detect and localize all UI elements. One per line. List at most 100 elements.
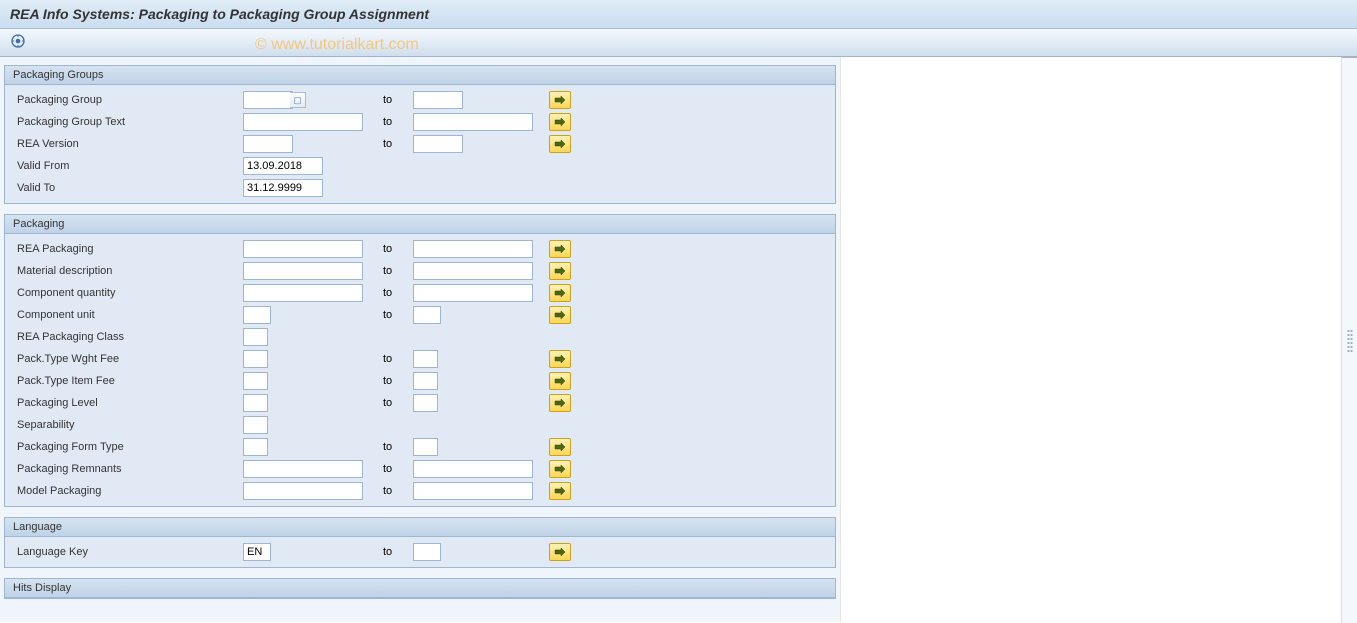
input-rea-packaging-from[interactable] [243, 240, 363, 258]
label-rea-packaging-class: REA Packaging Class [13, 331, 243, 343]
input-component-quantity-from[interactable] [243, 284, 363, 302]
group-header-language: Language [5, 518, 835, 537]
input-packaging-form-type-from[interactable] [243, 438, 268, 456]
input-packaging-level-to[interactable] [413, 394, 438, 412]
row-component-unit: Component unit to [5, 304, 835, 326]
to-label: to [373, 287, 413, 299]
input-model-packaging-from[interactable] [243, 482, 363, 500]
row-separability: Separability [5, 414, 835, 436]
group-header-hits-display: Hits Display [5, 579, 835, 598]
input-packaging-group-text-from[interactable] [243, 113, 363, 131]
row-pack-type-wght-fee: Pack.Type Wght Fee to [5, 348, 835, 370]
row-valid-from: Valid From [5, 155, 835, 177]
grip-icon [1347, 330, 1352, 352]
multi-select-icon[interactable] [549, 482, 571, 500]
input-separability[interactable] [243, 416, 268, 434]
label-packaging-level: Packaging Level [13, 397, 243, 409]
window-title-bar: REA Info Systems: Packaging to Packaging… [0, 0, 1357, 29]
application-toolbar [0, 29, 1357, 57]
input-component-quantity-to[interactable] [413, 284, 533, 302]
to-label: to [373, 463, 413, 475]
label-valid-from: Valid From [13, 160, 243, 172]
input-valid-from[interactable] [243, 157, 323, 175]
input-rea-packaging-class[interactable] [243, 328, 268, 346]
group-packaging: Packaging REA Packaging to Material desc… [4, 214, 836, 507]
input-packaging-group-text-to[interactable] [413, 113, 533, 131]
multi-select-icon[interactable] [549, 113, 571, 131]
input-component-unit-from[interactable] [243, 306, 271, 324]
to-label: to [373, 546, 413, 558]
input-material-description-from[interactable] [243, 262, 363, 280]
f4-help-icon[interactable]: ▢ [290, 92, 306, 108]
multi-select-icon[interactable] [549, 135, 571, 153]
input-language-key-to[interactable] [413, 543, 441, 561]
row-packaging-level: Packaging Level to [5, 392, 835, 414]
group-header-packaging: Packaging [5, 215, 835, 234]
to-label: to [373, 441, 413, 453]
row-packaging-remnants: Packaging Remnants to [5, 458, 835, 480]
to-label: to [373, 485, 413, 497]
input-packaging-group-from[interactable] [243, 91, 293, 109]
input-pack-type-wght-fee-to[interactable] [413, 350, 438, 368]
input-packaging-form-type-to[interactable] [413, 438, 438, 456]
row-packaging-group: Packaging Group ▢ to [5, 89, 835, 111]
input-rea-version-to[interactable] [413, 135, 463, 153]
multi-select-icon[interactable] [549, 306, 571, 324]
input-language-key-from[interactable] [243, 543, 271, 561]
multi-select-icon[interactable] [549, 284, 571, 302]
label-component-quantity: Component quantity [13, 287, 243, 299]
input-rea-version-from[interactable] [243, 135, 293, 153]
selection-screen: Packaging Groups Packaging Group ▢ to Pa… [0, 57, 840, 622]
multi-select-icon[interactable] [549, 350, 571, 368]
input-rea-packaging-to[interactable] [413, 240, 533, 258]
row-material-description: Material description to [5, 260, 835, 282]
input-component-unit-to[interactable] [413, 306, 441, 324]
input-pack-type-item-fee-to[interactable] [413, 372, 438, 390]
label-valid-to: Valid To [13, 182, 243, 194]
label-pack-type-wght-fee: Pack.Type Wght Fee [13, 353, 243, 365]
to-label: to [373, 397, 413, 409]
row-rea-packaging: REA Packaging to [5, 238, 835, 260]
window-title: REA Info Systems: Packaging to Packaging… [10, 6, 429, 22]
row-model-packaging: Model Packaging to [5, 480, 835, 502]
multi-select-icon[interactable] [549, 438, 571, 456]
row-packaging-form-type: Packaging Form Type to [5, 436, 835, 458]
multi-select-icon[interactable] [549, 394, 571, 412]
label-model-packaging: Model Packaging [13, 485, 243, 497]
multi-select-icon[interactable] [549, 262, 571, 280]
label-component-unit: Component unit [13, 309, 243, 321]
to-label: to [373, 309, 413, 321]
label-rea-packaging: REA Packaging [13, 243, 243, 255]
label-packaging-group: Packaging Group [13, 94, 243, 106]
input-packaging-remnants-from[interactable] [243, 460, 363, 478]
group-header-packaging-groups: Packaging Groups [5, 66, 835, 85]
group-language: Language Language Key to [4, 517, 836, 568]
to-label: to [373, 265, 413, 277]
multi-select-icon[interactable] [549, 240, 571, 258]
input-pack-type-wght-fee-from[interactable] [243, 350, 268, 368]
to-label: to [373, 94, 413, 106]
input-packaging-group-to[interactable] [413, 91, 463, 109]
label-packaging-group-text: Packaging Group Text [13, 116, 243, 128]
multi-select-icon[interactable] [549, 460, 571, 478]
input-model-packaging-to[interactable] [413, 482, 533, 500]
input-pack-type-item-fee-from[interactable] [243, 372, 268, 390]
label-packaging-remnants: Packaging Remnants [13, 463, 243, 475]
to-label: to [373, 116, 413, 128]
label-pack-type-item-fee: Pack.Type Item Fee [13, 375, 243, 387]
multi-select-icon[interactable] [549, 372, 571, 390]
multi-select-icon[interactable] [549, 543, 571, 561]
input-packaging-remnants-to[interactable] [413, 460, 533, 478]
group-hits-display: Hits Display [4, 578, 836, 599]
group-packaging-groups: Packaging Groups Packaging Group ▢ to Pa… [4, 65, 836, 204]
execute-icon[interactable] [10, 33, 26, 49]
input-material-description-to[interactable] [413, 262, 533, 280]
multi-select-icon[interactable] [549, 91, 571, 109]
label-separability: Separability [13, 419, 243, 431]
right-empty-area: ▲ ▼ [840, 57, 1357, 622]
input-valid-to[interactable] [243, 179, 323, 197]
to-label: to [373, 243, 413, 255]
splitter-handle[interactable] [1341, 58, 1357, 623]
input-packaging-level-from[interactable] [243, 394, 268, 412]
to-label: to [373, 138, 413, 150]
